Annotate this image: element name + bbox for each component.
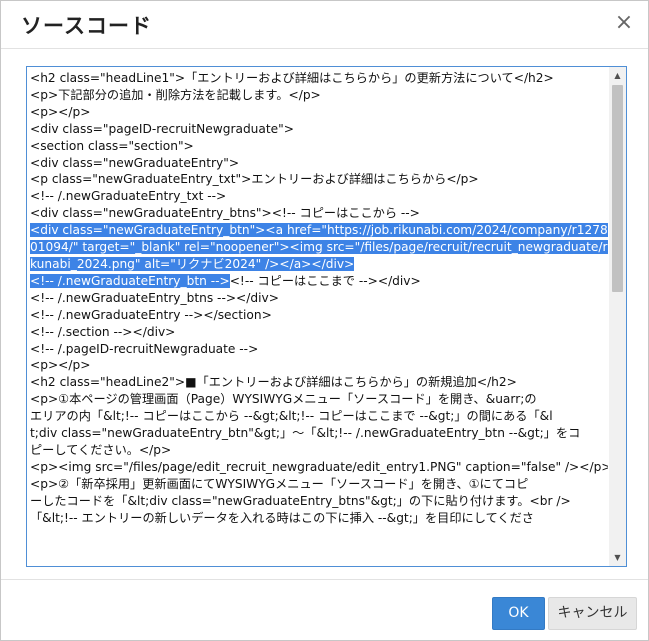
code-text: <div class="newGraduateEntry_btns"><!-- … — [30, 206, 420, 221]
code-text: <!-- /.newGraduateEntry_txt --> — [30, 189, 227, 204]
code-text: <h2 class="headLine2">■「エントリーおよび詳細はこちらから… — [30, 375, 517, 390]
code-line: エリアの内「&lt;!-- コピーはここから --&gt;&lt;!-- コピー… — [30, 408, 608, 425]
code-line: <p>②「新卒採用」更新画面にてWYSIWYGメニュー「ソースコード」を開き、①… — [30, 476, 608, 493]
code-text: ーしたコードを「&lt;div class="newGraduateEntry_… — [30, 493, 571, 508]
code-line: <p></p> — [30, 357, 608, 374]
code-text: <p>①本ページの管理画面（Page）WYSIWYGメニュー「ソースコード」を開… — [30, 392, 537, 407]
code-line: <!-- /.pageID-recruitNewgraduate --> — [30, 341, 608, 358]
selected-code-text: <div class="newGraduateEntry_btn"><a hre… — [30, 223, 608, 238]
code-text: <!-- /.pageID-recruitNewgraduate --> — [30, 341, 259, 356]
code-line: <!-- /.newGraduateEntry_txt --> — [30, 188, 608, 205]
dialog-title: ソースコード — [21, 14, 152, 38]
cancel-button[interactable]: キャンセル — [548, 597, 637, 630]
scroll-down-icon[interactable]: ▼ — [609, 549, 626, 566]
selected-code-text: <!-- /.newGraduateEntry_btn --> — [30, 273, 230, 288]
scroll-up-icon[interactable]: ▲ — [609, 67, 626, 84]
code-text: <!-- /.section --></div> — [30, 324, 176, 339]
code-line: <div class="pageID-recruitNewgraduate"> — [30, 121, 608, 138]
code-text: <p>②「新卒採用」更新画面にてWYSIWYGメニュー「ソースコード」を開き、①… — [30, 476, 529, 491]
code-text: エリアの内「&lt;!-- コピーはここから --&gt;&lt;!-- コピー… — [30, 409, 553, 424]
code-line: <p>①本ページの管理画面（Page）WYSIWYGメニュー「ソースコード」を開… — [30, 391, 608, 408]
code-line: <div class="newGraduateEntry"> — [30, 155, 608, 172]
code-text: <div class="pageID-recruitNewgraduate"> — [30, 121, 294, 136]
code-text: <section class="section"> — [30, 138, 194, 153]
code-text: <p class="newGraduateEntry_txt">エントリーおよび… — [30, 172, 479, 187]
selected-code-text: kunabi_2024.png" alt="リクナビ2024" /></a></… — [30, 256, 355, 271]
code-line: <!-- /.newGraduateEntry_btn --><!-- コピーは… — [30, 273, 608, 290]
source-code-textarea[interactable]: <h2 class="headLine1">「エントリーおよび詳細はこちらから」… — [30, 70, 608, 563]
code-line: <!-- /.newGraduateEntry --></section> — [30, 307, 608, 324]
source-code-editor[interactable]: <h2 class="headLine1">「エントリーおよび詳細はこちらから」… — [26, 66, 627, 567]
code-line: <h2 class="headLine2">■「エントリーおよび詳細はこちらから… — [30, 374, 608, 391]
code-text: <h2 class="headLine1">「エントリーおよび詳細はこちらから」… — [30, 71, 554, 85]
dialog-header: ソースコード × — [1, 1, 648, 49]
code-line: ーしたコードを「&lt;div class="newGraduateEntry_… — [30, 493, 608, 510]
code-line: ピーしてください。</p> — [30, 442, 608, 459]
selected-code-text: 01094/" target="_blank" rel="noopener"><… — [30, 240, 608, 255]
code-line: <p></p> — [30, 104, 608, 121]
code-text: <!-- /.newGraduateEntry --></section> — [30, 307, 272, 322]
code-line: 01094/" target="_blank" rel="noopener"><… — [30, 239, 608, 256]
close-icon[interactable]: × — [612, 11, 636, 35]
code-line: t;div class="newGraduateEntry_btn"&gt;」～… — [30, 425, 608, 442]
ok-button[interactable]: OK — [492, 597, 545, 630]
code-text: <!-- コピーはここまで --></div> — [229, 273, 421, 288]
code-line: kunabi_2024.png" alt="リクナビ2024" /></a></… — [30, 256, 608, 273]
code-text: <p></p> — [30, 104, 91, 119]
code-text: <p>下記部分の追加・削除方法を記載します。</p> — [30, 87, 321, 102]
code-text: 「&lt;!-- エントリーの新しいデータを入れる時はこの下に挿入 --&gt;… — [30, 510, 534, 525]
code-line: <p>下記部分の追加・削除方法を記載します。</p> — [30, 87, 608, 104]
code-text: <!-- /.newGraduateEntry_btns --></div> — [30, 290, 279, 305]
code-text: <p><img src="/files/page/edit_recruit_ne… — [30, 459, 608, 474]
editor-scrollbar[interactable]: ▲ ▼ — [609, 67, 626, 566]
code-text: t;div class="newGraduateEntry_btn"&gt;」～… — [30, 426, 581, 441]
code-line: <div class="newGraduateEntry_btn"><a hre… — [30, 222, 608, 239]
code-line: <h2 class="headLine1">「エントリーおよび詳細はこちらから」… — [30, 70, 608, 87]
code-text: <p></p> — [30, 358, 91, 373]
code-line: <p><img src="/files/page/edit_recruit_ne… — [30, 459, 608, 476]
code-line: 「&lt;!-- エントリーの新しいデータを入れる時はこの下に挿入 --&gt;… — [30, 510, 608, 527]
code-line: <!-- /.newGraduateEntry_btns --></div> — [30, 290, 608, 307]
code-line: <p class="newGraduateEntry_txt">エントリーおよび… — [30, 171, 608, 188]
dialog-footer: OK キャンセル — [1, 579, 648, 641]
code-text: <div class="newGraduateEntry"> — [30, 155, 240, 170]
source-code-dialog: ソースコード × <h2 class="headLine1">「エントリーおよび… — [0, 0, 649, 641]
code-line: <div class="newGraduateEntry_btns"><!-- … — [30, 205, 608, 222]
scrollbar-thumb[interactable] — [612, 85, 623, 292]
code-line: <!-- /.section --></div> — [30, 324, 608, 341]
code-line: <section class="section"> — [30, 138, 608, 155]
code-text: ピーしてください。</p> — [30, 442, 172, 457]
